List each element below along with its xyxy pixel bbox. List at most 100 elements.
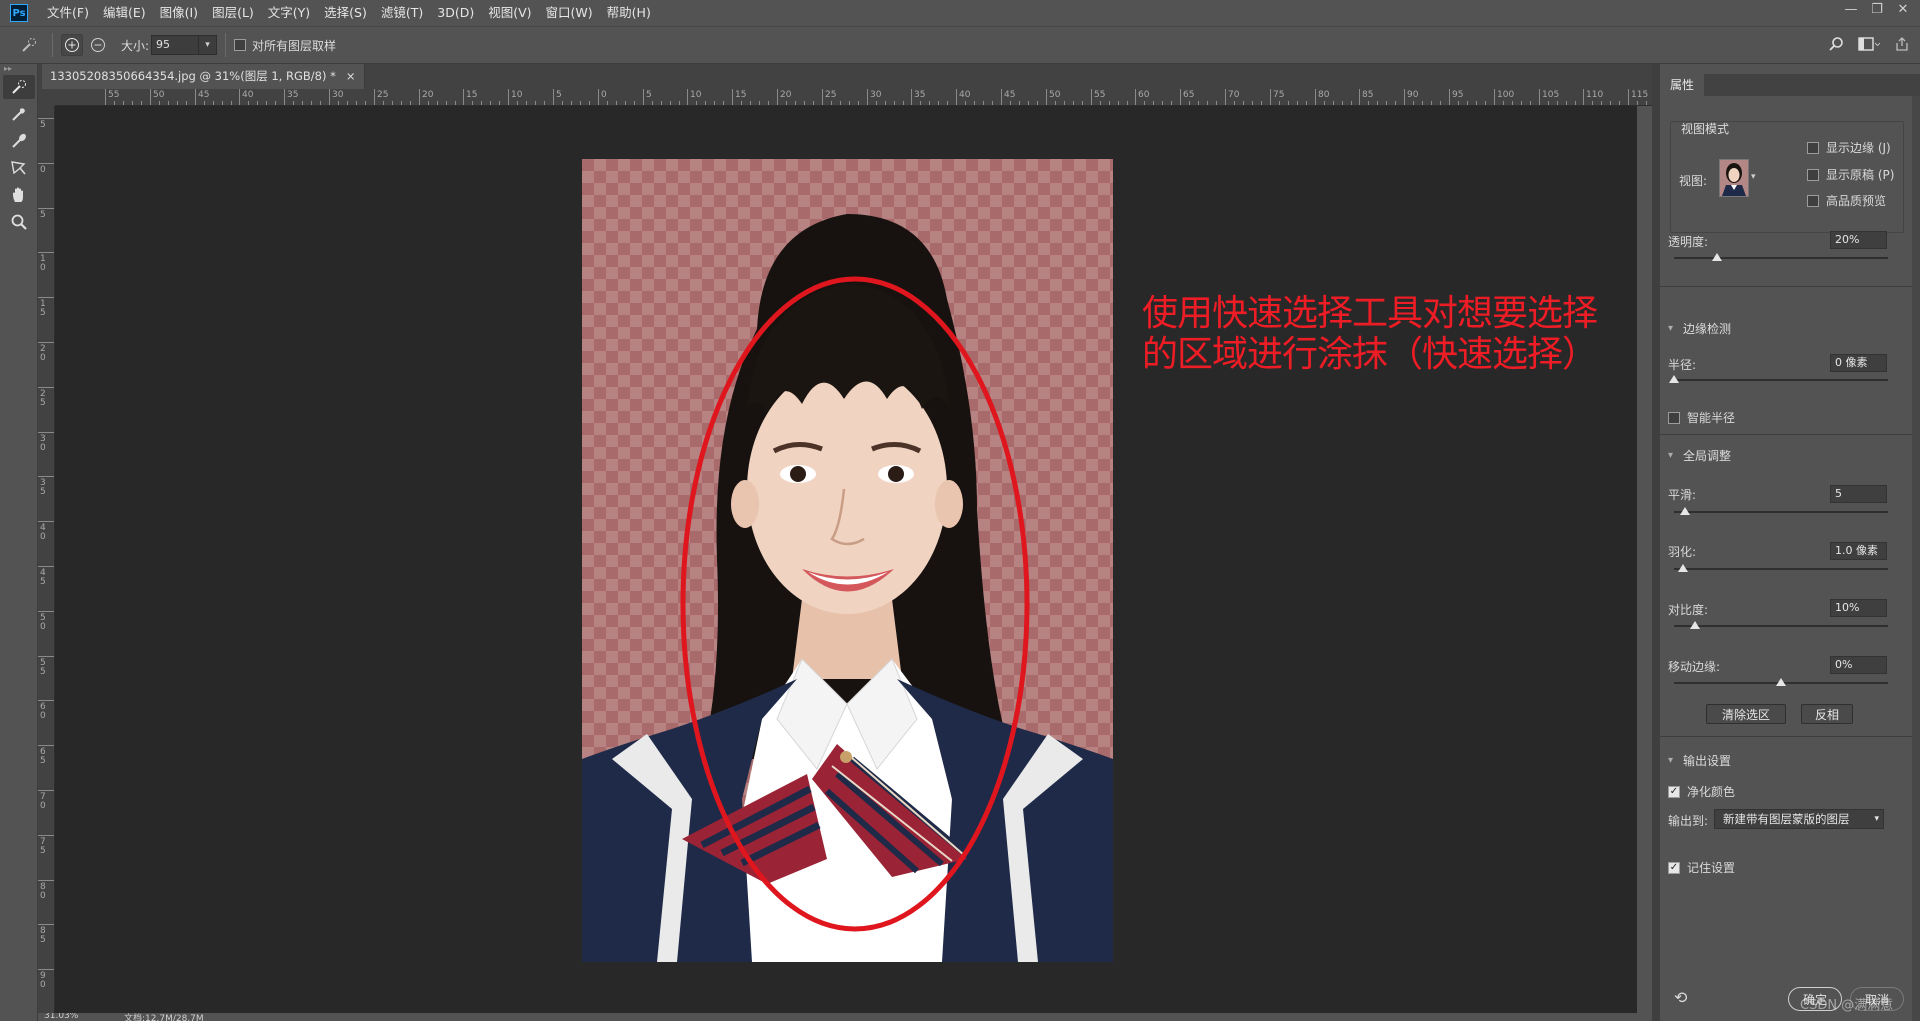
- reset-icon[interactable]: ⟲: [1674, 988, 1687, 1007]
- ruler-minor-tick: [849, 101, 850, 105]
- radius-slider[interactable]: [1669, 375, 1888, 383]
- ruler-label: 75: [1273, 90, 1285, 100]
- quick-selection-preset-icon[interactable]: [18, 34, 40, 56]
- shift-edge-slider[interactable]: [1674, 678, 1888, 686]
- ruler-label: 80: [1318, 90, 1330, 100]
- view-dropdown-icon[interactable]: ▾: [1751, 172, 1756, 182]
- feather-input[interactable]: 1.0 像素: [1830, 542, 1887, 560]
- smooth-slider[interactable]: [1674, 507, 1888, 515]
- vertical-ruler[interactable]: 5 0 5 10 15 20 25 30 35 40 45 50 55 60 65 70 75 80 85 90: [38, 106, 55, 1013]
- ruler-minor-tick: [1637, 101, 1638, 105]
- ruler-minor-tick: [1261, 101, 1262, 105]
- menu-filter[interactable]: 滤镜(T): [374, 0, 430, 26]
- toolbar-collapse-icon[interactable]: ▸▸: [0, 64, 37, 73]
- ruler-minor-tick: [231, 101, 232, 105]
- opacity-slider[interactable]: [1674, 253, 1888, 261]
- ruler-minor-tick: [1548, 101, 1549, 105]
- ruler-label: 20: [40, 344, 46, 363]
- output-to-select[interactable]: 新建带有图层蒙版的图层 ▾: [1714, 809, 1884, 829]
- sample-all-layers-checkbox[interactable]: [234, 39, 247, 51]
- panel-scrollbar[interactable]: [1912, 96, 1920, 1021]
- close-button[interactable]: ✕: [1890, 0, 1916, 18]
- brush-size-input[interactable]: 95: [151, 35, 200, 55]
- feather-slider-thumb[interactable]: [1677, 564, 1688, 572]
- view-thumbnail[interactable]: [1719, 159, 1749, 197]
- contrast-slider-thumb[interactable]: [1690, 621, 1701, 629]
- menu-window[interactable]: 窗口(W): [539, 0, 600, 26]
- ruler-label: 5: [646, 90, 652, 100]
- smooth-slider-thumb[interactable]: [1679, 507, 1690, 515]
- hand-tool-icon[interactable]: [3, 183, 35, 207]
- subtract-from-selection-button[interactable]: [87, 34, 109, 56]
- share-icon[interactable]: [1894, 36, 1910, 56]
- ruler-label: 30: [332, 90, 344, 100]
- opacity-slider-thumb[interactable]: [1711, 253, 1722, 261]
- shift-edge-slider-thumb[interactable]: [1776, 678, 1786, 686]
- ruler-label: 95: [1452, 90, 1464, 100]
- restore-button[interactable]: ❐: [1864, 0, 1890, 18]
- tab-properties[interactable]: 属性: [1660, 74, 1705, 96]
- menu-edit[interactable]: 编辑(E): [96, 0, 153, 26]
- radius-input[interactable]: 0 像素: [1830, 354, 1887, 372]
- feather-slider[interactable]: [1674, 564, 1888, 572]
- menu-3d[interactable]: 3D(D): [430, 0, 481, 26]
- clear-selection-button[interactable]: 清除选区: [1706, 704, 1786, 724]
- global-adjust-header[interactable]: ▾ 全局调整: [1668, 447, 1731, 464]
- show-edge-checkbox[interactable]: [1807, 141, 1819, 154]
- horizontal-ruler[interactable]: 55 50 45 40 35 30 25 20 15 10 5 0 5 10 15 20 25 30 35 40 45 5…: [55, 89, 1652, 106]
- ruler-minor-tick: [1431, 101, 1432, 105]
- ruler-label: 45: [198, 90, 210, 100]
- document-tab[interactable]: 13305208350664354.jpg @ 31%(图层 1, RGB/8)…: [42, 64, 365, 89]
- brush-tool-icon[interactable]: [3, 129, 35, 153]
- zoom-tool-icon[interactable]: [3, 210, 35, 234]
- brush-size-dropdown-icon[interactable]: ▾: [199, 35, 218, 55]
- menu-file[interactable]: 文件(F): [40, 0, 96, 26]
- menu-image[interactable]: 图像(I): [153, 0, 205, 26]
- search-icon[interactable]: [1828, 36, 1844, 56]
- ruler-minor-tick: [446, 101, 447, 105]
- view-label: 视图:: [1679, 174, 1708, 188]
- ruler-minor-tick: [132, 101, 133, 105]
- ruler-tick: [38, 969, 54, 970]
- shift-edge-input[interactable]: 0%: [1830, 656, 1887, 674]
- smooth-input[interactable]: 5: [1830, 485, 1887, 503]
- workspace-icon[interactable]: [1858, 36, 1881, 56]
- invert-button[interactable]: 反相: [1801, 704, 1853, 724]
- decontaminate-colors-checkbox[interactable]: ✓: [1668, 785, 1680, 798]
- document-canvas[interactable]: 使用快速选择工具对想要选择 的区域进行涂抹（快速选择）: [55, 106, 1637, 1013]
- ruler-minor-tick: [768, 101, 769, 105]
- smart-radius-checkbox[interactable]: [1668, 411, 1680, 424]
- ruler-tick: [1270, 89, 1271, 105]
- ruler-label: 10: [40, 254, 46, 273]
- high-quality-preview-checkbox[interactable]: [1807, 194, 1819, 207]
- minimize-button[interactable]: —: [1838, 0, 1864, 18]
- menu-layer[interactable]: 图层(L): [205, 0, 261, 26]
- ruler-minor-tick: [741, 101, 742, 105]
- close-tab-icon[interactable]: ×: [346, 64, 356, 89]
- chevron-down-icon: ▾: [1668, 755, 1674, 766]
- menu-type[interactable]: 文字(Y): [261, 0, 317, 26]
- radius-slider-thumb[interactable]: [1669, 375, 1679, 383]
- ruler-label: 85: [40, 926, 46, 945]
- add-to-selection-button[interactable]: [61, 34, 83, 56]
- remember-settings-checkbox[interactable]: ✓: [1668, 861, 1680, 874]
- ruler-tick: [329, 89, 330, 105]
- menu-select[interactable]: 选择(S): [317, 0, 374, 26]
- contrast-input[interactable]: 10%: [1830, 599, 1887, 617]
- refine-edge-brush-tool-icon[interactable]: [3, 102, 35, 126]
- show-original-checkbox[interactable]: [1807, 168, 1819, 181]
- edge-detection-header[interactable]: ▾ 边缘检测: [1668, 320, 1731, 337]
- object-selection-tool-icon[interactable]: [3, 156, 35, 180]
- menu-view[interactable]: 视图(V): [481, 0, 538, 26]
- menu-help[interactable]: 帮助(H): [600, 0, 658, 26]
- canvas-scrollbar[interactable]: [1637, 106, 1652, 1013]
- zoom-readout[interactable]: 31.03%: [44, 1013, 78, 1021]
- quick-selection-tool-icon[interactable]: [3, 75, 35, 99]
- selection-ellipse-markup: [680, 276, 1030, 932]
- ruler-minor-tick: [920, 101, 921, 105]
- ruler-minor-tick: [266, 101, 267, 105]
- ruler-minor-tick: [589, 101, 590, 105]
- opacity-input[interactable]: 20%: [1830, 231, 1887, 249]
- output-settings-header[interactable]: ▾ 输出设置: [1668, 752, 1731, 769]
- contrast-slider[interactable]: [1674, 621, 1888, 629]
